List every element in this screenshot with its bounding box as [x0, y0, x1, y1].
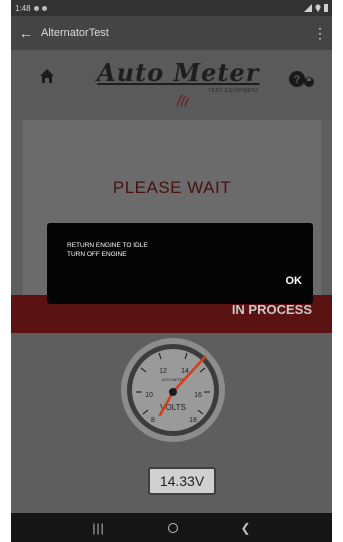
home-button-icon[interactable] [167, 522, 178, 533]
back-arrow-icon[interactable]: ← [11, 25, 41, 41]
logo-text: Auto Meter [97, 58, 260, 87]
notification-icon [41, 5, 47, 11]
battery-icon [324, 4, 328, 12]
ok-button[interactable]: OK [286, 275, 303, 287]
status-bar: 1:48 [11, 0, 332, 16]
gauge-tick-label: 8 [151, 417, 155, 424]
notification-icon [33, 5, 39, 11]
gauge-tick-label: 10 [145, 392, 153, 399]
home-icon[interactable] [39, 68, 55, 84]
dialog-message-line: TURN OFF ENGINE [67, 251, 127, 258]
app-screen: 1:48 ← AlternatorTest ⋮ Auto Meter TEST … [11, 0, 332, 542]
alert-dialog: RETURN ENGINE TO IDLE TURN OFF ENGINE OK [47, 223, 313, 304]
logo-mark-icon [176, 94, 190, 108]
location-icon [315, 4, 321, 12]
brand-header: Auto Meter TEST EQUIPMENT ? [11, 50, 332, 120]
help-icon[interactable]: ? [288, 69, 316, 89]
app-bar: ← AlternatorTest ⋮ [11, 16, 332, 50]
voltage-readout: 14.33V [148, 467, 216, 495]
logo-subtext: TEST EQUIPMENT [208, 88, 259, 94]
status-time: 1:48 [15, 3, 31, 13]
svg-text:?: ? [294, 74, 301, 86]
dialog-message-line: RETURN ENGINE TO IDLE [67, 242, 148, 249]
page-title: AlternatorTest [41, 27, 109, 39]
signal-icon [304, 4, 312, 12]
overflow-menu-icon[interactable]: ⋮ [308, 25, 332, 42]
auto-meter-logo: Auto Meter TEST EQUIPMENT [97, 58, 265, 110]
gauge-tick-label: 12 [159, 368, 167, 375]
gauge-tick-label: 18 [189, 417, 197, 424]
recents-icon[interactable]: ||| [92, 521, 104, 535]
gauge-tick-label: 16 [194, 392, 202, 399]
voltmeter-gauge: 8 10 12 14 16 18 AUTO METER VOLTS [121, 338, 225, 442]
progress-text: IN PROCESS [231, 302, 312, 317]
system-nav-bar: ||| ❮ [11, 513, 332, 542]
status-message: PLEASE WAIT [112, 178, 232, 197]
back-chevron-icon[interactable]: ❮ [241, 521, 251, 535]
